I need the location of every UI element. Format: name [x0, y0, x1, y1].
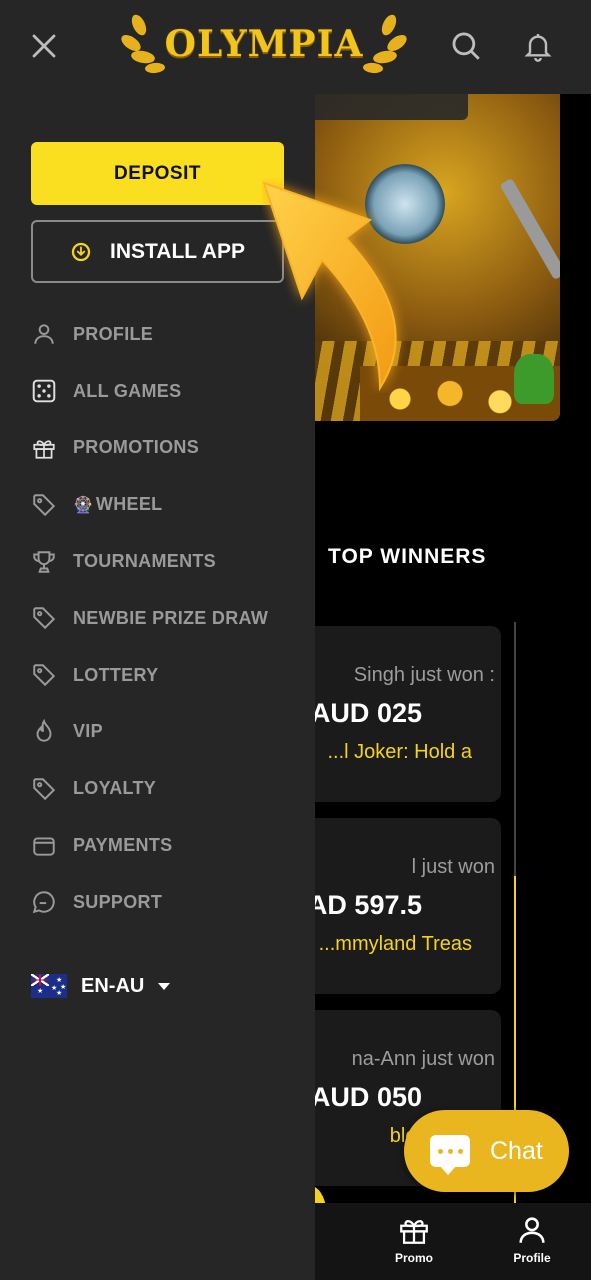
bottom-nav-profile-label: Profile [513, 1251, 551, 1265]
install-app-button[interactable]: INSTALL APP [31, 220, 284, 283]
gift-icon [30, 434, 58, 462]
menu-item-lottery[interactable]: LOTTERY [0, 647, 315, 704]
chat-bubble-icon [30, 888, 58, 916]
menu-item-label: LOYALTY [73, 778, 157, 799]
chat-button[interactable]: Chat [404, 1110, 569, 1192]
drawer-menu: PROFILE ALL GAMES PROMOTIONS 🎡 WHEEL TOU… [0, 306, 315, 931]
menu-item-loyalty[interactable]: LOYALTY [0, 760, 315, 817]
laurel-right-icon [363, 14, 408, 74]
menu-item-profile[interactable]: PROFILE [0, 306, 315, 363]
install-app-label: INSTALL APP [110, 239, 245, 263]
tag-icon [30, 491, 58, 519]
caret-down-icon [158, 982, 171, 990]
menu-item-payments[interactable]: PAYMENTS [0, 817, 315, 874]
menu-item-tournaments[interactable]: TOURNAMENTS [0, 533, 315, 590]
wallet-icon [30, 832, 58, 860]
menu-item-all-games[interactable]: ALL GAMES [0, 363, 315, 420]
side-drawer: DEPOSIT INSTALL APP PROFILE ALL GAMES PR… [0, 94, 315, 1280]
laurel-left-icon [120, 14, 165, 74]
close-icon [32, 34, 56, 58]
menu-item-vip[interactable]: VIP [0, 704, 315, 761]
banner-porthole [365, 164, 445, 244]
bottom-nav-profile[interactable]: Profile [492, 1213, 572, 1265]
tag-icon [30, 775, 58, 803]
menu-item-label: SUPPORT [73, 891, 163, 912]
chat-bubble-icon [430, 1135, 470, 1175]
user-icon [30, 320, 58, 348]
menu-item-wheel[interactable]: 🎡 WHEEL [0, 476, 315, 533]
logo-text: OLYMPIA [164, 23, 364, 65]
menu-item-label: NEWBIE PRIZE DRAW [73, 607, 269, 628]
menu-item-newbie-prize-draw[interactable]: NEWBIE PRIZE DRAW [0, 590, 315, 647]
user-icon [519, 1217, 545, 1243]
language-code: EN-AU [81, 974, 145, 997]
search-icon [452, 32, 480, 60]
flame-icon [30, 718, 58, 746]
menu-item-label: ALL GAMES [73, 380, 182, 401]
close-menu-button[interactable] [20, 22, 68, 70]
notifications-button[interactable] [514, 22, 562, 70]
dice-icon [30, 377, 58, 405]
menu-item-label: VIP [73, 721, 103, 742]
ferris-wheel-icon: 🎡 [73, 496, 93, 514]
section-title-top-winners: TOP WINNERS [328, 545, 487, 568]
top-header: OLYMPIA [0, 0, 591, 94]
tag-icon [30, 604, 58, 632]
trophy-icon [30, 548, 58, 576]
language-selector[interactable]: ★ ★ ★ ★ ★ EN-AU [31, 974, 171, 998]
menu-item-label: LOTTERY [73, 664, 159, 685]
bell-icon [524, 34, 552, 62]
menu-item-label: TOURNAMENTS [73, 551, 216, 572]
menu-item-label: PROMOTIONS [73, 437, 200, 458]
tag-icon [30, 661, 58, 689]
bottom-nav-promo[interactable]: Promo [374, 1213, 454, 1265]
banner-character [514, 354, 554, 404]
banner-revolver [499, 177, 560, 281]
menu-item-label: PAYMENTS [73, 835, 173, 856]
australia-flag-icon: ★ ★ ★ ★ ★ [31, 974, 67, 998]
gift-icon [400, 1220, 428, 1244]
menu-item-label: PROFILE [73, 323, 154, 344]
chat-button-label: Chat [490, 1136, 543, 1165]
bottom-nav-promo-label: Promo [394, 1251, 433, 1265]
deposit-button[interactable]: DEPOSIT [31, 142, 284, 205]
menu-item-label: WHEEL [95, 494, 163, 515]
menu-item-promotions[interactable]: PROMOTIONS [0, 420, 315, 477]
olympia-logo[interactable]: OLYMPIA [108, 10, 420, 78]
menu-item-support[interactable]: SUPPORT [0, 874, 315, 931]
download-circle-icon [71, 242, 91, 261]
search-button[interactable] [442, 22, 490, 70]
